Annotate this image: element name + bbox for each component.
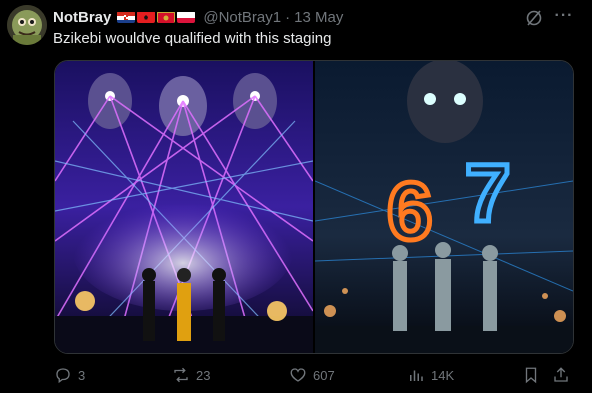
montenegro-flag-icon bbox=[157, 11, 176, 23]
media-image-left[interactable] bbox=[55, 61, 314, 353]
avatar[interactable] bbox=[7, 5, 47, 45]
poland-flag-icon bbox=[177, 11, 196, 23]
digit-seven-glyph: 7 bbox=[465, 148, 511, 239]
share-button[interactable] bbox=[552, 366, 570, 384]
reply-icon bbox=[56, 368, 70, 384]
like-button[interactable]: 607 bbox=[289, 366, 335, 384]
albania-flag-icon bbox=[137, 11, 156, 23]
bookmark-button[interactable] bbox=[522, 366, 540, 384]
like-count: 607 bbox=[313, 367, 335, 383]
view-count: 14K bbox=[431, 367, 455, 383]
media-gallery[interactable]: 6 7 bbox=[54, 60, 574, 354]
repost-button[interactable]: 23 bbox=[172, 366, 210, 384]
media-image-right[interactable]: 6 7 bbox=[314, 61, 573, 353]
action-bar: 3 23 607 14K bbox=[0, 366, 592, 386]
post-date[interactable]: 13 May bbox=[294, 9, 343, 26]
heart-icon bbox=[290, 368, 306, 382]
share-icon bbox=[554, 367, 568, 382]
views-button[interactable]: 14K bbox=[407, 366, 454, 384]
separator-dot: · bbox=[285, 8, 291, 26]
user-handle[interactable]: @NotBray1 bbox=[203, 9, 281, 26]
reply-button[interactable]: 3 bbox=[54, 366, 85, 384]
tweet-header: NotBray @NotBray1 · 13 May bbox=[53, 7, 343, 27]
flag-emojis bbox=[117, 11, 196, 23]
display-name[interactable]: NotBray bbox=[53, 9, 111, 26]
tweet[interactable]: NotBray @NotBray1 · 13 May ··· Bzikebi w… bbox=[0, 0, 592, 393]
croatia-flag-icon bbox=[117, 11, 136, 23]
digit-six-glyph: 6 bbox=[387, 166, 433, 257]
more-options-icon[interactable]: ··· bbox=[554, 6, 574, 26]
repost-icon bbox=[174, 367, 188, 383]
bookmark-icon bbox=[525, 367, 537, 384]
grok-icon[interactable] bbox=[524, 8, 544, 28]
reply-count: 3 bbox=[78, 367, 86, 383]
tweet-text: Bzikebi wouldve qualified with this stag… bbox=[53, 30, 332, 47]
repost-count: 23 bbox=[196, 367, 211, 383]
analytics-icon bbox=[410, 370, 423, 381]
